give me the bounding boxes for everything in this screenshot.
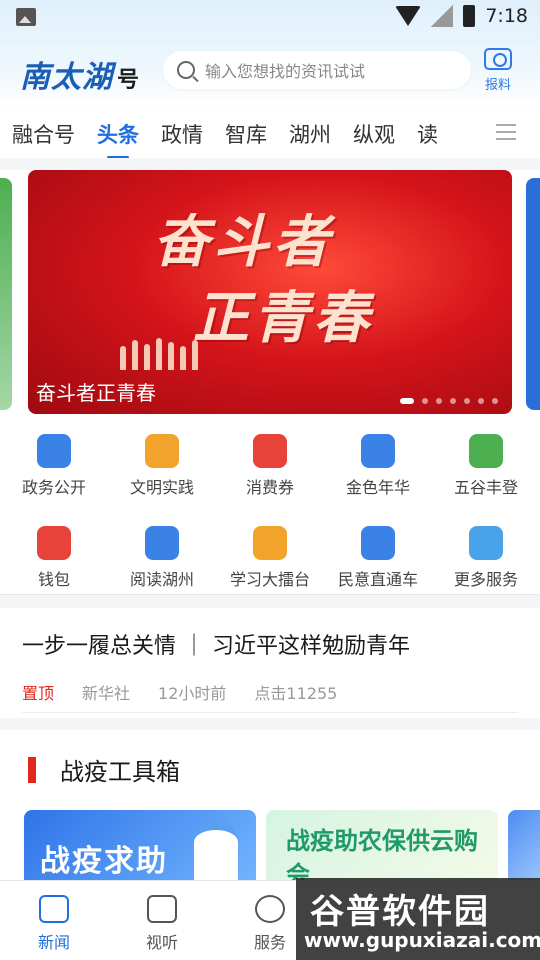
channel-tabs: 融合号 头条 政情 智库 湖州 纵观 读 bbox=[0, 110, 540, 159]
nav-news[interactable]: 新闻 bbox=[0, 881, 108, 960]
wallet-icon bbox=[37, 526, 71, 560]
service-label: 文明实践 bbox=[129, 478, 194, 497]
book-icon bbox=[145, 526, 179, 560]
section-separator bbox=[0, 594, 540, 608]
carousel-dot[interactable] bbox=[422, 398, 428, 404]
mail-icon bbox=[361, 526, 395, 560]
tab-toutiao[interactable]: 头条 bbox=[97, 119, 139, 159]
tv-icon bbox=[147, 895, 177, 923]
banner-carousel[interactable]: 奋斗者 正青春 奋斗者正青春 bbox=[28, 170, 512, 414]
gallery-notification-icon bbox=[16, 8, 36, 26]
report-label: 报料 bbox=[484, 78, 511, 93]
news-clicks: 点击11255 bbox=[254, 684, 338, 703]
signal-icon bbox=[431, 5, 454, 27]
nav-label: 视听 bbox=[145, 933, 178, 952]
status-bar: 7:18 bbox=[0, 0, 540, 36]
service-label: 消费券 bbox=[245, 478, 294, 497]
runners-silhouette-icon bbox=[120, 320, 200, 370]
battery-icon bbox=[463, 5, 476, 27]
watermark-title: 谷普软件园 bbox=[310, 892, 490, 932]
service-row: 政务公开 文明实践 消费券 金色年华 五谷丰登 bbox=[0, 428, 540, 520]
banner-prev-peek[interactable] bbox=[0, 178, 12, 410]
card-label: 战疫求助 bbox=[40, 844, 168, 879]
tab-du[interactable]: 读 bbox=[417, 119, 443, 149]
pinned-badge: 置顶 bbox=[22, 684, 55, 703]
search-placeholder: 输入您想找的资讯试试 bbox=[205, 62, 366, 81]
logo-text: 南太湖 bbox=[20, 60, 113, 95]
menu-icon[interactable] bbox=[496, 124, 516, 145]
service-icon bbox=[255, 895, 285, 923]
mountain-icon bbox=[469, 434, 503, 468]
report-button[interactable]: 报料 bbox=[470, 48, 526, 93]
banner-next-peek[interactable] bbox=[526, 178, 540, 410]
nav-video[interactable]: 视听 bbox=[108, 881, 216, 960]
banner-art-line1: 奋斗者 bbox=[153, 209, 333, 275]
carousel-dot[interactable] bbox=[450, 398, 456, 404]
service-label: 钱包 bbox=[37, 570, 70, 589]
service-item[interactable]: 政务公开 bbox=[0, 428, 108, 520]
camera-icon bbox=[484, 48, 512, 70]
section-separator bbox=[0, 718, 540, 730]
logo-suffix: 号 bbox=[117, 67, 141, 93]
microphone-icon bbox=[361, 434, 395, 468]
section-header: 战疫工具箱 bbox=[28, 752, 180, 787]
civilization-icon bbox=[145, 434, 179, 468]
watermark-url: www.gupuxiazai.com bbox=[304, 928, 540, 952]
tab-ronghehao[interactable]: 融合号 bbox=[12, 119, 75, 149]
more-icon bbox=[469, 526, 503, 560]
tab-zongguan[interactable]: 纵观 bbox=[353, 119, 395, 149]
nav-label: 服务 bbox=[253, 933, 286, 952]
service-item[interactable]: 金色年华 bbox=[324, 428, 432, 520]
nav-label: 新闻 bbox=[37, 933, 70, 952]
coupon-icon bbox=[253, 434, 287, 468]
service-label: 民意直通车 bbox=[337, 570, 418, 589]
carousel-dot[interactable] bbox=[464, 398, 470, 404]
carousel-dot[interactable] bbox=[478, 398, 484, 404]
service-label: 五谷丰登 bbox=[453, 478, 518, 497]
tab-huzhou[interactable]: 湖州 bbox=[289, 119, 331, 149]
tool-card-help[interactable]: 战疫求助 bbox=[24, 810, 256, 890]
search-icon bbox=[177, 61, 195, 79]
service-label: 金色年华 bbox=[345, 478, 410, 497]
service-item[interactable]: 消费券 bbox=[216, 428, 324, 520]
government-icon bbox=[37, 434, 71, 468]
news-source: 新华社 bbox=[82, 684, 131, 703]
tab-zhiku[interactable]: 智库 bbox=[225, 119, 267, 149]
news-title: 一步一履总关情 ｜ 习近平这样勉励青年 bbox=[22, 634, 410, 659]
news-icon bbox=[39, 895, 69, 923]
carousel-dot[interactable] bbox=[400, 398, 414, 404]
watermark: 谷普软件园 www.gupuxiazai.com bbox=[296, 878, 540, 960]
section-marker bbox=[28, 756, 36, 783]
carousel-dot[interactable] bbox=[436, 398, 442, 404]
service-item[interactable]: 文明实践 bbox=[108, 428, 216, 520]
service-label: 阅读湖州 bbox=[129, 570, 194, 589]
service-item[interactable]: 五谷丰登 bbox=[432, 428, 540, 520]
wifi-icon bbox=[395, 6, 422, 26]
divider bbox=[0, 158, 540, 170]
service-label: 政务公开 bbox=[21, 478, 86, 497]
carousel-indicator bbox=[400, 398, 498, 404]
carousel-dot[interactable] bbox=[492, 398, 498, 404]
banner-caption: 奋斗者正青春 bbox=[36, 381, 156, 405]
search-input[interactable]: 输入您想找的资讯试试 bbox=[163, 51, 471, 89]
banner-art-line2: 正青春 bbox=[193, 285, 373, 351]
news-item[interactable]: 一步一履总关情 ｜ 习近平这样勉励青年 置顶 新华社 12小时前 点击11255 bbox=[22, 628, 522, 704]
service-grid: 政务公开 文明实践 消费券 金色年华 五谷丰登钱包 阅读湖州 学习大擂台 民意直通车 更多服务 bbox=[0, 428, 540, 612]
service-label: 更多服务 bbox=[453, 570, 518, 589]
news-time: 12小时前 bbox=[158, 684, 227, 703]
study-icon bbox=[253, 526, 287, 560]
section-title: 战疫工具箱 bbox=[60, 758, 180, 786]
tab-zhengqing[interactable]: 政情 bbox=[161, 119, 203, 149]
status-time: 7:18 bbox=[485, 5, 528, 27]
app-logo: 南太湖号 bbox=[20, 52, 140, 96]
service-label: 学习大擂台 bbox=[229, 570, 310, 589]
divider bbox=[22, 712, 518, 713]
